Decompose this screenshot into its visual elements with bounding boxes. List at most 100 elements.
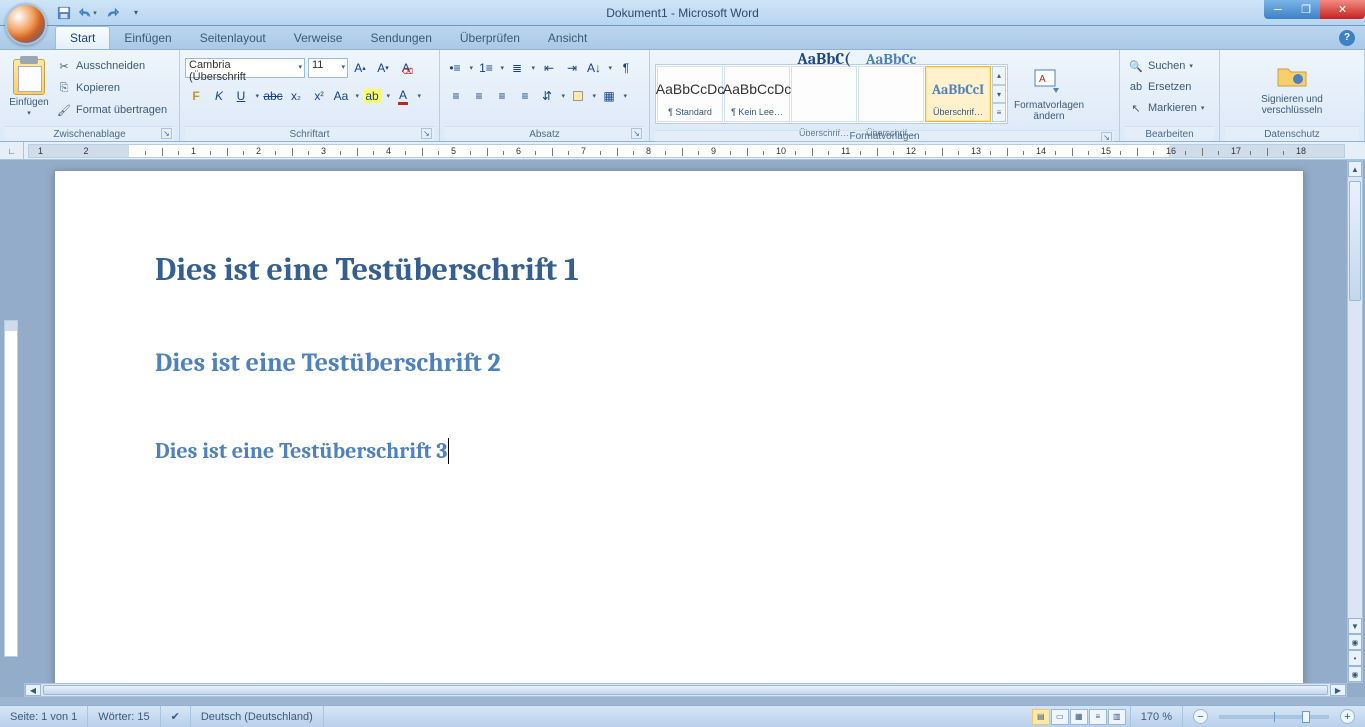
doc-heading1[interactable]: Dies ist eine Testüberschrift 1 (155, 251, 1203, 288)
shrink-font-button[interactable]: A▾ (372, 57, 394, 79)
group-label-styles: Formatvorlagen (849, 131, 919, 142)
doc-heading2[interactable]: Dies ist eine Testüberschrift 2 (155, 348, 1203, 378)
clipboard-launcher[interactable]: ↘ (161, 128, 172, 139)
view-web-button[interactable]: ▦ (1070, 709, 1088, 725)
sign-encrypt-button[interactable]: Signieren und verschlüsseln (1252, 52, 1332, 124)
highlight-button[interactable]: ab (362, 85, 392, 107)
increase-indent-button[interactable]: ⇥ (561, 57, 583, 79)
align-center-button[interactable]: ≡ (468, 85, 490, 107)
justify-button[interactable]: ≡ (514, 85, 536, 107)
paragraph-launcher[interactable]: ↘ (631, 128, 642, 139)
zoom-level[interactable]: 170 % (1131, 706, 1183, 727)
subscript-button[interactable]: x₂ (285, 85, 307, 107)
format-painter-button[interactable]: 🖌Format übertragen (53, 100, 170, 120)
scroll-right-button[interactable]: ▶ (1330, 684, 1346, 696)
horizontal-ruler[interactable]: 12123456789101112131415161718 (28, 144, 1345, 158)
show-marks-button[interactable]: ¶ (615, 57, 637, 79)
multilevel-button[interactable]: ≣ (507, 57, 537, 79)
vertical-scrollbar[interactable]: ▲ ▼ ◉ • ◉ (1347, 160, 1363, 683)
undo-icon[interactable]: ▾ (79, 4, 97, 22)
tab-ueberpruefen[interactable]: Überprüfen (446, 27, 534, 49)
font-launcher[interactable]: ↘ (421, 128, 432, 139)
view-outline-button[interactable]: ≡ (1089, 709, 1107, 725)
view-draft-button[interactable]: ▥ (1108, 709, 1126, 725)
numbering-button[interactable]: 1≡ (476, 57, 506, 79)
tab-ansicht[interactable]: Ansicht (534, 27, 601, 49)
change-styles-button[interactable]: A Formatvorlagen ändern (1014, 58, 1084, 130)
zoom-in-button[interactable]: + (1340, 709, 1355, 724)
style-heading3[interactable]: AaBbCcIÜberschrif… (925, 66, 991, 122)
prev-page-button[interactable]: ◉ (1348, 634, 1362, 650)
grow-font-button[interactable]: A▴ (349, 57, 371, 79)
tab-seitenlayout[interactable]: Seitenlayout (186, 27, 280, 49)
sort-button[interactable]: A↓ (584, 57, 614, 79)
clear-formatting-button[interactable]: A⌫ (395, 57, 417, 79)
quick-access-toolbar: ▾ ▾ (55, 4, 145, 22)
bullets-button[interactable]: •≡ (445, 57, 475, 79)
find-button[interactable]: 🔍Suchen ▾ (1125, 56, 1196, 76)
styles-gallery-scroll[interactable]: ▴▾≡ (992, 66, 1006, 122)
qat-customize-icon[interactable]: ▾ (127, 4, 145, 22)
style-heading2[interactable]: AaBbCcÜberschrif… (858, 66, 924, 122)
font-color-button[interactable]: A (393, 85, 423, 107)
status-page[interactable]: Seite: 1 von 1 (0, 706, 88, 727)
page-scroll-container[interactable]: Dies ist eine Testüberschrift 1 Dies ist… (24, 160, 1347, 683)
superscript-button[interactable]: x² (308, 85, 330, 107)
browse-object-button[interactable]: • (1348, 650, 1362, 666)
tab-selector[interactable]: ∟ (0, 142, 24, 160)
borders-button[interactable]: ▦ (599, 85, 629, 107)
restore-button[interactable]: ❐ (1292, 0, 1320, 19)
redo-icon[interactable] (103, 4, 121, 22)
zoom-controls: − + (1183, 706, 1365, 727)
bold-button[interactable]: F (185, 85, 207, 107)
select-button[interactable]: ↖Markieren ▾ (1125, 98, 1207, 118)
page-1[interactable]: Dies ist eine Testüberschrift 1 Dies ist… (54, 170, 1304, 683)
zoom-knob[interactable] (1302, 711, 1310, 723)
doc-heading3[interactable]: Dies ist eine Testüberschrift 3 (155, 438, 447, 464)
style-heading1[interactable]: AaBbC(Überschrif… (791, 66, 857, 122)
line-spacing-button[interactable]: ⇵ (537, 85, 567, 107)
scroll-down-button[interactable]: ▼ (1348, 618, 1362, 634)
shading-button[interactable] (568, 85, 598, 107)
view-printlayout-button[interactable]: ▤ (1032, 709, 1050, 725)
cut-button[interactable]: ✂Ausschneiden (53, 56, 170, 76)
align-left-button[interactable]: ≡ (445, 85, 467, 107)
scroll-left-button[interactable]: ◀ (25, 684, 41, 696)
style-standard[interactable]: AaBbCcDc¶ Standard (657, 66, 723, 122)
next-page-button[interactable]: ◉ (1348, 666, 1362, 682)
tab-sendungen[interactable]: Sendungen (356, 27, 445, 49)
vertical-scroll-thumb[interactable] (1349, 181, 1361, 301)
paste-button[interactable]: Einfügen ▾ (5, 52, 53, 124)
style-noblank[interactable]: AaBbCcDc¶ Kein Lee… (724, 66, 790, 122)
zoom-out-button[interactable]: − (1193, 709, 1208, 724)
minimize-button[interactable]: ─ (1264, 0, 1292, 19)
copy-button[interactable]: ⎘Kopieren (53, 78, 170, 98)
status-proofing[interactable]: ✔ (161, 706, 191, 727)
close-button[interactable]: ✕ (1320, 0, 1365, 19)
view-fullscreen-button[interactable]: ▭ (1051, 709, 1069, 725)
horizontal-scrollbar[interactable]: ◀ ▶ (24, 683, 1347, 697)
tab-verweise[interactable]: Verweise (280, 27, 357, 49)
change-styles-label: Formatvorlagen ändern (1014, 100, 1084, 122)
help-icon[interactable]: ? (1339, 30, 1355, 46)
font-size-combo[interactable]: 11▾ (308, 58, 348, 78)
align-right-button[interactable]: ≡ (491, 85, 513, 107)
status-language[interactable]: Deutsch (Deutschland) (191, 706, 324, 727)
change-case-button[interactable]: Aa (331, 85, 361, 107)
tab-start[interactable]: Start (55, 26, 110, 49)
scroll-up-button[interactable]: ▲ (1348, 161, 1362, 177)
save-icon[interactable] (55, 4, 73, 22)
decrease-indent-button[interactable]: ⇤ (538, 57, 560, 79)
window-controls: ─ ❐ ✕ (1264, 0, 1365, 19)
status-words[interactable]: Wörter: 15 (88, 706, 160, 727)
vertical-ruler[interactable] (4, 320, 18, 657)
strikethrough-button[interactable]: abc (262, 85, 284, 107)
office-button[interactable] (5, 3, 47, 45)
replace-button[interactable]: abErsetzen (1125, 77, 1194, 97)
font-name-combo[interactable]: Cambria (Überschrift▾ (185, 58, 305, 78)
horizontal-scroll-thumb[interactable] (43, 685, 1328, 695)
underline-button[interactable]: U (231, 85, 261, 107)
tab-einfuegen[interactable]: Einfügen (110, 27, 185, 49)
italic-button[interactable]: K (208, 85, 230, 107)
zoom-slider[interactable] (1219, 715, 1329, 719)
